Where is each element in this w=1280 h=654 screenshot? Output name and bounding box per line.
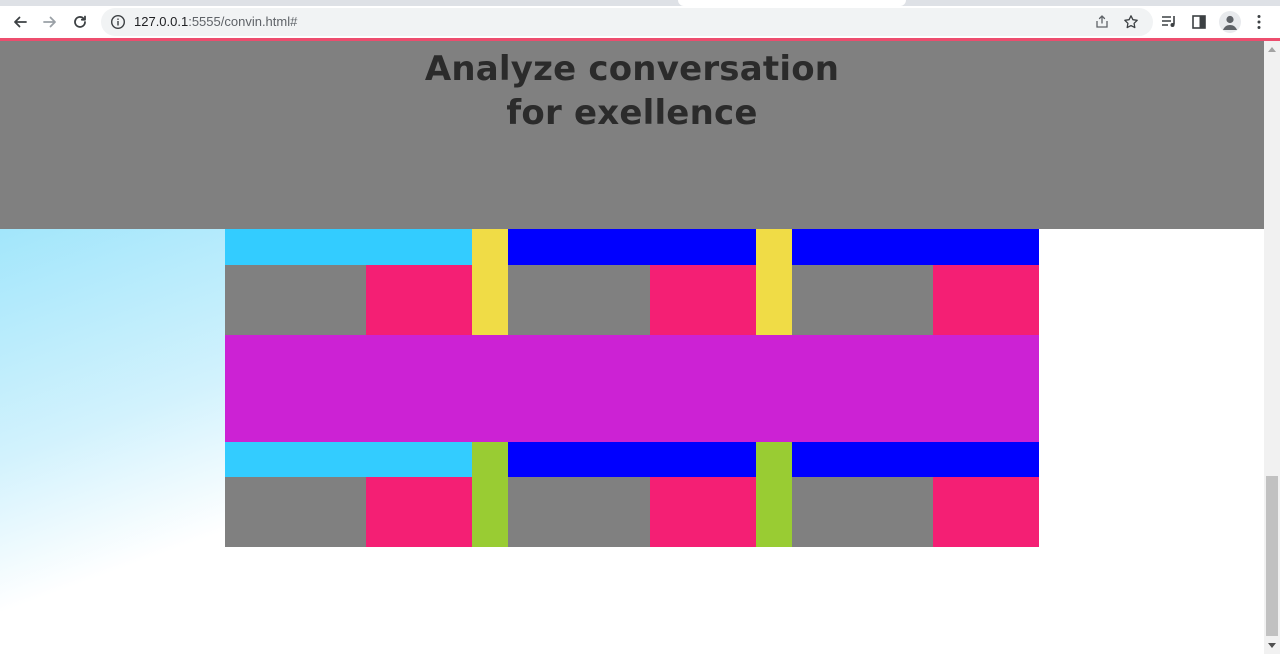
block-lime-2 xyxy=(756,442,792,547)
block-pink-2 xyxy=(650,265,756,335)
reload-button[interactable] xyxy=(67,9,93,35)
side-panel-button[interactable] xyxy=(1190,13,1208,31)
block-lime-1 xyxy=(472,442,508,547)
hero-title: Analyze conversation for exellence xyxy=(0,47,1264,135)
block-blue-bottom-1 xyxy=(508,442,756,477)
block-sky-bottom-1 xyxy=(225,442,472,477)
forward-button[interactable] xyxy=(37,9,63,35)
gradient-background xyxy=(0,229,240,654)
block-blue-top-1 xyxy=(508,229,756,265)
block-gray-1 xyxy=(225,265,366,335)
block-yellow-1 xyxy=(472,229,508,335)
block-pink-6 xyxy=(933,477,1039,547)
color-block-grid xyxy=(225,229,1039,547)
side-panel-icon xyxy=(1192,15,1206,29)
browser-menu-button[interactable] xyxy=(1250,13,1268,31)
block-gray-3 xyxy=(792,265,933,335)
block-pink-5 xyxy=(650,477,756,547)
scroll-up-arrow-icon[interactable] xyxy=(1268,47,1276,52)
block-pink-1 xyxy=(366,265,472,335)
block-pink-3 xyxy=(933,265,1039,335)
reload-icon xyxy=(74,15,86,28)
url-path: :5555/convin.html# xyxy=(188,14,298,29)
block-gray-2 xyxy=(508,265,650,335)
block-blue-bottom-2 xyxy=(792,442,1039,477)
back-arrow-icon xyxy=(14,16,27,28)
media-queue-icon xyxy=(1162,16,1175,27)
forward-arrow-icon xyxy=(43,16,56,28)
scrollbar-thumb[interactable] xyxy=(1266,476,1278,636)
url-text[interactable]: 127.0.0.1:5555/convin.html# xyxy=(134,14,297,30)
page-viewport: Analyze conversation for exellence xyxy=(0,41,1264,654)
hero-banner: Analyze conversation for exellence xyxy=(0,41,1264,229)
info-icon[interactable] xyxy=(110,14,126,30)
hero-title-line-1: Analyze conversation xyxy=(424,49,840,89)
star-icon[interactable] xyxy=(1123,14,1139,30)
media-queue-button[interactable] xyxy=(1160,13,1178,31)
block-gray-6 xyxy=(792,477,933,547)
address-bar[interactable]: 127.0.0.1:5555/convin.html# xyxy=(101,8,1153,36)
block-sky-top-1 xyxy=(225,229,472,265)
hero-title-line-2: for exellence xyxy=(506,93,758,133)
block-pink-4 xyxy=(366,477,472,547)
block-gray-5 xyxy=(508,477,650,547)
block-magenta-band xyxy=(225,335,1039,442)
block-yellow-2 xyxy=(756,229,792,335)
url-host: 127.0.0.1 xyxy=(134,14,189,29)
scroll-down-arrow-icon[interactable] xyxy=(1268,643,1276,648)
block-blue-top-2 xyxy=(792,229,1039,265)
back-button[interactable] xyxy=(7,9,33,35)
vertical-scrollbar[interactable] xyxy=(1264,41,1280,654)
share-icon[interactable] xyxy=(1094,14,1110,30)
block-gray-4 xyxy=(225,477,366,547)
profile-avatar-icon[interactable] xyxy=(1219,11,1241,33)
browser-toolbar: 127.0.0.1:5555/convin.html# xyxy=(0,6,1280,38)
kebab-menu-icon xyxy=(1257,15,1261,29)
